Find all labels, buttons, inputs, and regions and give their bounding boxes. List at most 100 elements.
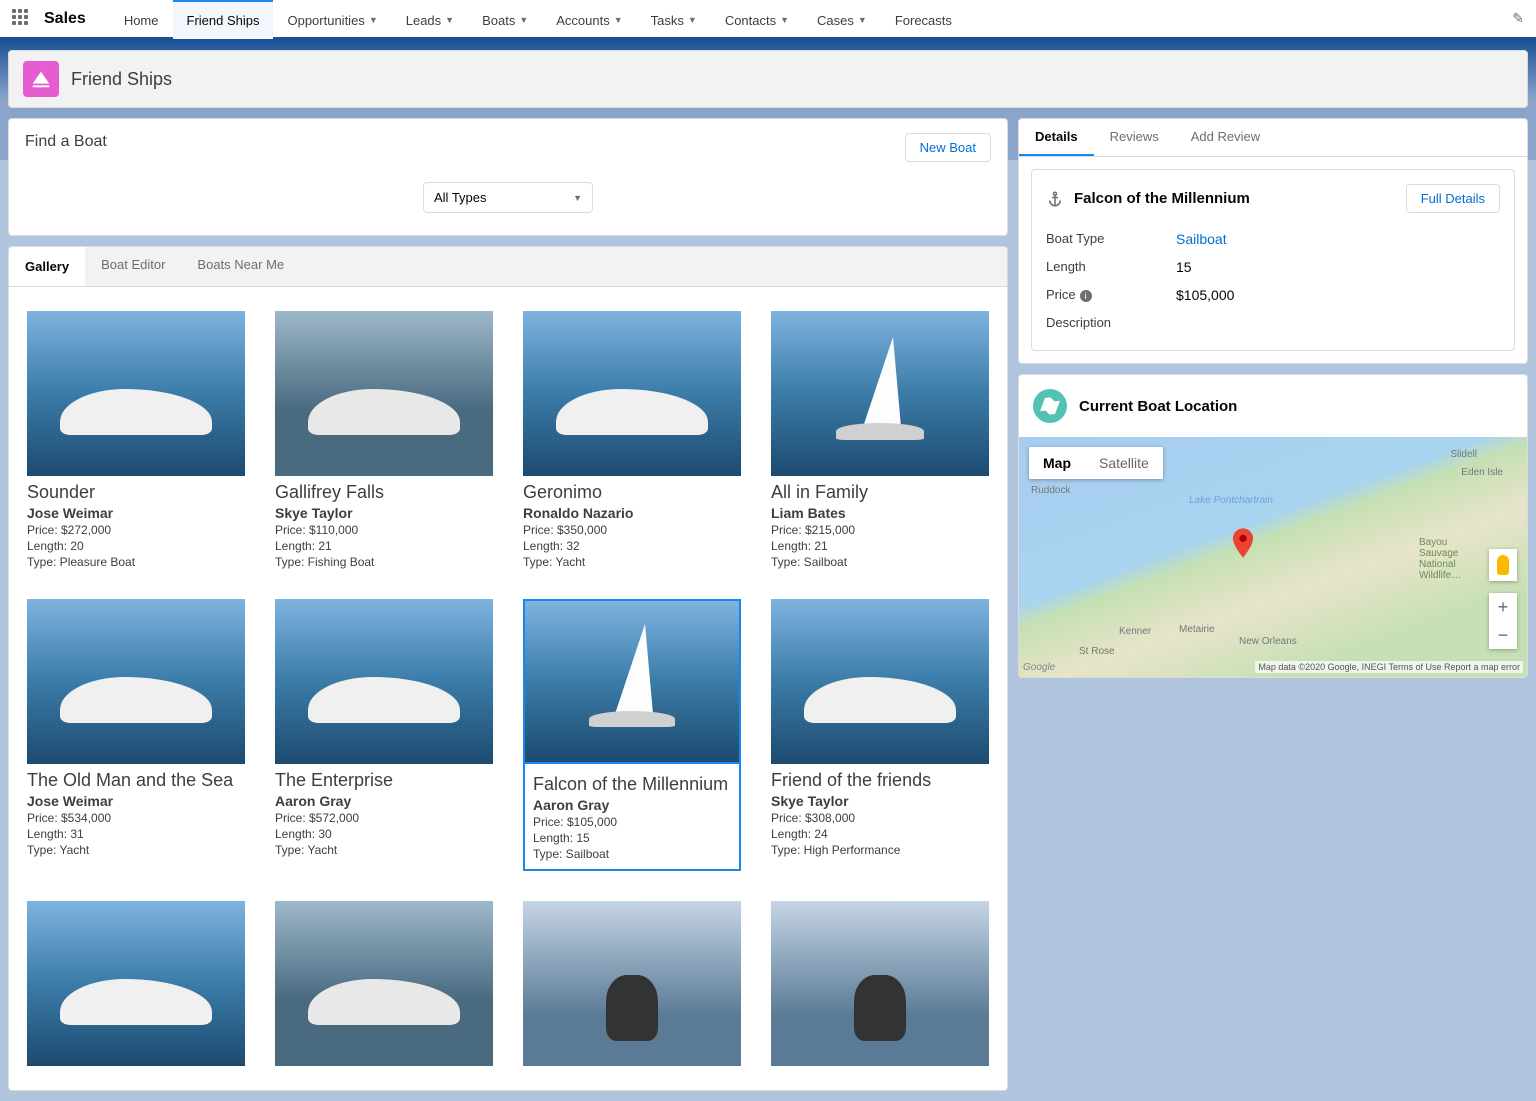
boat-tile[interactable]: Falcon of the MillenniumAaron GrayPrice:…	[523, 599, 741, 871]
field-value-price: $105,000	[1176, 287, 1234, 303]
right-tab-add-review[interactable]: Add Review	[1175, 119, 1276, 156]
boat-owner: Jose Weimar	[27, 505, 245, 521]
boat-tile[interactable]: Friend of the friendsSkye TaylorPrice: $…	[771, 599, 989, 871]
nav-tab-leads[interactable]: Leads▼	[392, 0, 468, 39]
boat-owner: Aaron Gray	[275, 793, 493, 809]
map-card: Current Boat Location Map Satellite Slid…	[1018, 374, 1528, 678]
boat-tile[interactable]: The Old Man and the SeaJose WeimarPrice:…	[27, 599, 245, 871]
nav-tab-tasks[interactable]: Tasks▼	[637, 0, 711, 39]
zoom-in-button[interactable]: +	[1489, 593, 1517, 621]
chevron-down-icon: ▼	[780, 15, 789, 25]
chevron-down-icon: ▼	[573, 193, 582, 203]
boat-owner: Liam Bates	[771, 505, 989, 521]
boat-length: Length: 21	[771, 539, 989, 553]
boat-image	[523, 311, 741, 476]
boat-name: The Old Man and the Sea	[27, 770, 245, 791]
streetview-pegman[interactable]	[1489, 549, 1517, 581]
nav-tab-forecasts[interactable]: Forecasts	[881, 0, 966, 39]
boat-image	[523, 901, 741, 1066]
chevron-down-icon: ▼	[614, 15, 623, 25]
right-tab-reviews[interactable]: Reviews	[1094, 119, 1175, 156]
field-label-boat-type: Boat Type	[1046, 231, 1176, 247]
right-column: DetailsReviewsAdd Review Falcon of the M…	[1018, 118, 1528, 678]
nav-tab-contacts[interactable]: Contacts▼	[711, 0, 803, 39]
boat-type: Type: Sailboat	[771, 555, 989, 569]
boat-tile[interactable]: The EnterpriseAaron GrayPrice: $572,000L…	[275, 599, 493, 871]
edit-nav-icon[interactable]: ✎	[1512, 10, 1524, 27]
map-label: Ruddock	[1031, 485, 1070, 496]
boat-name: Geronimo	[523, 482, 741, 503]
boat-length: Length: 15	[533, 831, 731, 845]
boat-price: Price: $110,000	[275, 523, 493, 537]
chevron-down-icon: ▼	[519, 15, 528, 25]
boat-tile[interactable]: Geronimo Ronaldo Nazario Price: $350,000 Le…	[523, 311, 741, 569]
nav-tab-boats[interactable]: Boats▼	[468, 0, 542, 39]
boat-price: Price: $350,000	[523, 523, 741, 537]
page-title: Friend Ships	[71, 69, 172, 90]
tab-gallery[interactable]: Gallery	[9, 247, 85, 286]
app-launcher-icon[interactable]	[12, 9, 32, 29]
boat-tile[interactable]	[275, 901, 493, 1066]
map-label: Lake Pontchartrain	[1189, 495, 1273, 506]
map-card-icon	[1033, 389, 1067, 423]
boat-tile[interactable]: Gallifrey FallsSkye TaylorPrice: $110,00…	[275, 311, 493, 569]
boat-owner: Skye Taylor	[275, 505, 493, 521]
boat-tile[interactable]	[771, 901, 989, 1066]
right-tab-details[interactable]: Details	[1019, 119, 1094, 156]
boat-image	[275, 599, 493, 764]
nav-tab-accounts[interactable]: Accounts▼	[542, 0, 636, 39]
tab-boats-near-me[interactable]: Boats Near Me	[181, 247, 300, 286]
boat-price: Price: $105,000	[533, 815, 731, 829]
boat-detail-card: Falcon of the Millennium Full Details Bo…	[1031, 169, 1515, 351]
field-value-boat-type[interactable]: Sailboat	[1176, 231, 1227, 247]
boat-tile[interactable]	[27, 901, 245, 1066]
detail-panel: DetailsReviewsAdd Review Falcon of the M…	[1018, 118, 1528, 364]
tab-boat-editor[interactable]: Boat Editor	[85, 247, 181, 286]
boat-type: Type: Pleasure Boat	[27, 555, 245, 569]
nav-tab-cases[interactable]: Cases▼	[803, 0, 881, 39]
map-pin-icon	[1232, 528, 1254, 558]
boat-name: The Enterprise	[275, 770, 493, 791]
boat-image	[771, 901, 989, 1066]
detail-title: Falcon of the Millennium	[1074, 190, 1250, 207]
field-label-price: Pricei	[1046, 287, 1176, 303]
boat-length: Length: 32	[523, 539, 741, 553]
boat-owner: Skye Taylor	[771, 793, 989, 809]
boat-tile[interactable]: SounderJose WeimarPrice: $272,000Length:…	[27, 311, 245, 569]
boat-image	[275, 311, 493, 476]
boat-type: Type: High Performance	[771, 843, 989, 857]
boat-image	[523, 599, 741, 764]
boat-type-filter[interactable]: All Types ▼	[423, 182, 593, 213]
boat-owner: Ronaldo Nazario	[523, 505, 741, 521]
field-value-length: 15	[1176, 259, 1192, 275]
info-icon[interactable]: i	[1080, 290, 1092, 302]
nav-tab-opportunities[interactable]: Opportunities▼	[273, 0, 391, 39]
map-canvas[interactable]: Map Satellite Slidell Eden Isle Lake Pon…	[1019, 437, 1527, 677]
map-type-map[interactable]: Map	[1029, 447, 1085, 479]
boat-image	[27, 599, 245, 764]
boat-price: Price: $534,000	[27, 811, 245, 825]
boat-type-filter-value: All Types	[434, 190, 487, 205]
map-zoom-controls: + −	[1489, 593, 1517, 649]
map-type-satellite[interactable]: Satellite	[1085, 447, 1163, 479]
new-boat-button[interactable]: New Boat	[905, 133, 991, 162]
boat-tile[interactable]	[523, 901, 741, 1066]
field-label-length: Length	[1046, 259, 1176, 275]
map-label: St Rose	[1079, 646, 1115, 657]
boat-image	[771, 599, 989, 764]
map-label: New Orleans	[1239, 636, 1297, 647]
nav-tab-friend-ships[interactable]: Friend Ships	[173, 0, 274, 39]
chevron-down-icon: ▼	[369, 15, 378, 25]
full-details-button[interactable]: Full Details	[1406, 184, 1500, 213]
nav-tab-home[interactable]: Home	[110, 0, 173, 39]
chevron-down-icon: ▼	[445, 15, 454, 25]
anchor-icon	[1046, 190, 1064, 208]
find-boat-card: Find a Boat New Boat All Types ▼	[8, 118, 1008, 236]
boat-type: Type: Yacht	[275, 843, 493, 857]
zoom-out-button[interactable]: −	[1489, 621, 1517, 649]
global-nav: Sales HomeFriend ShipsOpportunities▼Lead…	[0, 0, 1536, 40]
boat-price: Price: $572,000	[275, 811, 493, 825]
map-label: Bayou Sauvage National Wildlife…	[1419, 537, 1489, 581]
boat-tile[interactable]: All in FamilyLiam BatesPrice: $215,000Le…	[771, 311, 989, 569]
boat-image	[27, 901, 245, 1066]
